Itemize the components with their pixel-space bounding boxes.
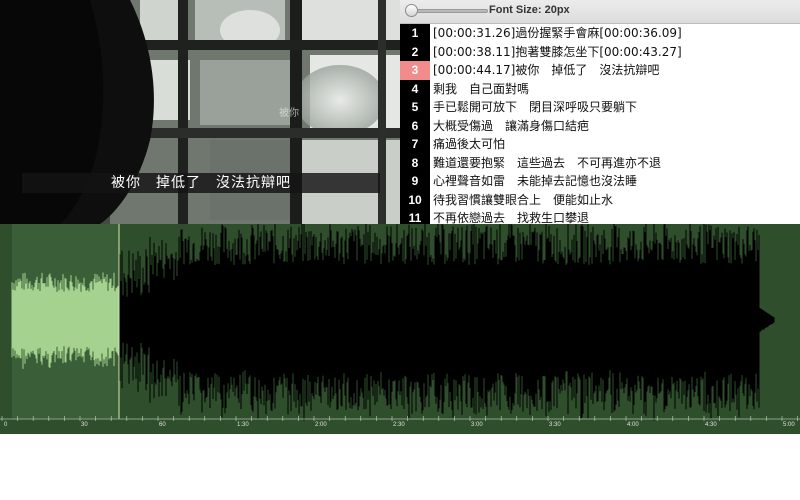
font-size-toolbar: Font Size: 20px xyxy=(400,0,800,24)
font-size-slider-thumb[interactable] xyxy=(405,4,418,17)
waveform-graphic xyxy=(0,224,800,421)
lyrics-line-row[interactable]: 9 心裡聲音如雷 未能掉去記憶也沒法睡 xyxy=(400,172,800,191)
line-text[interactable]: 大概受傷過 讓滿身傷口結疤 xyxy=(430,117,589,136)
lyrics-line-row[interactable]: 1 [00:00:31.26]過份握緊手會麻[00:00:36.09] xyxy=(400,24,800,43)
line-number: 3 xyxy=(400,61,430,80)
line-number: 10 xyxy=(400,190,430,209)
timeline-tick-label: 3:00 xyxy=(471,422,483,428)
video-preview[interactable]: 被你 被你 掉低了 沒法抗辯吧 xyxy=(0,0,400,224)
subtitle-overlay: 被你 掉低了 沒法抗辯吧 xyxy=(22,173,380,193)
lyrics-line-row[interactable]: 5 手已鬆開可放下 閉目深呼吸只要躺下 xyxy=(400,98,800,117)
line-number: 1 xyxy=(400,24,430,43)
line-text[interactable]: 手已鬆開可放下 閉目深呼吸只要躺下 xyxy=(430,98,637,117)
lyrics-line-row[interactable]: 4 剩我 自己面對嗎 xyxy=(400,79,800,99)
timeline-tick-label: 3:30 xyxy=(549,422,561,428)
line-text[interactable]: 心裡聲音如雷 未能掉去記憶也沒法睡 xyxy=(430,172,637,191)
lyrics-line-row[interactable]: 8 難道還要抱緊 這些過去 不可再進亦不退 xyxy=(400,153,800,173)
line-text[interactable]: 痛過後太可怕 xyxy=(430,135,505,154)
line-text[interactable]: 剩我 自己面對嗎 xyxy=(430,80,529,99)
lyrics-line-row[interactable]: 6 大概受傷過 讓滿身傷口結疤 xyxy=(400,116,800,136)
line-text[interactable]: 待我習慣讓雙眼合上 便能如止水 xyxy=(430,191,613,210)
timeline-tick-label: 2:00 xyxy=(315,422,327,428)
timeline-tick-label: 1:30 xyxy=(237,422,249,428)
timeline-tick-label: 30 xyxy=(81,422,88,428)
timeline-tick-label: 4:30 xyxy=(705,422,717,428)
line-text[interactable]: 難道還要抱緊 這些過去 不可再進亦不退 xyxy=(430,154,661,173)
subtitle-editor-app: 被你 被你 掉低了 沒法抗辯吧 Font Size: 20px 1 [00:00:… xyxy=(0,0,800,500)
line-text[interactable]: 不再依戀過去 找救生口攀退 xyxy=(430,209,589,224)
timeline-tick-label: 4:00 xyxy=(627,422,639,428)
video-watermark: 被你 xyxy=(279,108,299,119)
line-number: 5 xyxy=(400,98,430,117)
waveform-signal xyxy=(118,224,775,421)
line-number: 8 xyxy=(400,153,430,172)
line-number: 11 xyxy=(400,209,430,224)
line-number: 2 xyxy=(400,42,430,61)
line-number: 6 xyxy=(400,116,430,135)
font-size-slider[interactable] xyxy=(408,9,488,13)
line-text[interactable]: [00:00:31.26]過份握緊手會麻[00:00:36.09] xyxy=(430,24,682,43)
font-size-label: Font Size: 20px xyxy=(489,4,570,16)
audio-waveform[interactable]: 0 30 60 1:30 2:00 2:30 3:00 3:30 4:00 4:30 5:00 xyxy=(0,224,800,434)
lyrics-line-row[interactable]: 3 [00:00:44.17]被你 掉低了 沒法抗辯吧 xyxy=(400,61,800,80)
line-number: 7 xyxy=(400,135,430,154)
lyrics-line-row[interactable]: 2 [00:00:38.11]抱著雙膝怎坐下[00:00:43.27] xyxy=(400,42,800,62)
timeline-tick-label: 60 xyxy=(159,422,166,428)
line-number: 9 xyxy=(400,172,430,191)
lyrics-line-list: 1 [00:00:31.26]過份握緊手會麻[00:00:36.09] 2 [00:0… xyxy=(400,24,800,224)
lyrics-line-row[interactable]: 10 待我習慣讓雙眼合上 便能如止水 xyxy=(400,190,800,210)
timeline-tick-label: 0 xyxy=(4,422,8,428)
timeline-tick-label: 2:30 xyxy=(393,422,405,428)
lyrics-line-row[interactable]: 7 痛過後太可怕 xyxy=(400,135,800,154)
line-text[interactable]: [00:00:44.17]被你 掉低了 沒法抗辯吧 xyxy=(430,61,659,80)
line-text[interactable]: [00:00:38.11]抱著雙膝怎坐下[00:00:43.27] xyxy=(430,43,682,62)
lyrics-line-row[interactable]: 11 不再依戀過去 找救生口攀退 xyxy=(400,209,800,224)
line-number: 4 xyxy=(400,79,430,98)
timeline-tick-label: 5:00 xyxy=(783,422,795,428)
lyrics-editor-panel: Font Size: 20px 1 [00:00:31.26]過份握緊手會麻[00… xyxy=(400,0,800,224)
